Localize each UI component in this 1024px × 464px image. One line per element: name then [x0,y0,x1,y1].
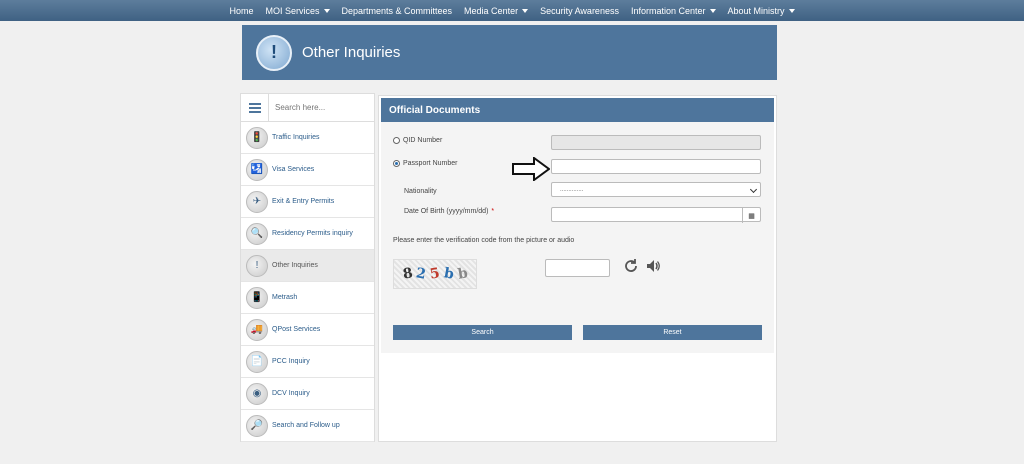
nav-item-label: About Ministry [727,5,785,16]
sidebar-item-label: Metrash [272,294,298,301]
document-icon: 📄 [246,350,268,373]
caret-down-icon [709,8,716,13]
sidebar-item-label: Traffic Inquiries [272,134,320,141]
sidebar-list: 🚦 Traffic Inquiries 🛂 Visa Services ✈ Exit & … [241,122,374,442]
sidebar-item-label: PCC Inquiry [272,358,310,365]
dob-input[interactable]: ▦ [551,207,761,223]
sidebar-item-label: Exit & Entry Permits [272,198,335,205]
nav-item-6[interactable]: About Ministry [722,6,801,16]
sidebar-item-label: DCV Inquiry [272,390,310,397]
nav-item-3[interactable]: Media Center [458,6,534,16]
page-banner: ! Other Inquiries [242,25,777,80]
sidebar-item-0[interactable]: 🚦 Traffic Inquiries [241,122,374,154]
post-icon: 🚚 [246,318,268,341]
nationality-label: Nationality [404,188,437,195]
passport-number-input[interactable] [551,159,761,174]
nav-item-label: MOI Services [265,5,320,16]
nav-item-5[interactable]: Information Center [625,6,722,16]
qid-label: QID Number [403,137,443,144]
nav-item-1[interactable]: MOI Services [259,6,335,16]
nav-item-4[interactable]: Security Awareness [534,6,625,16]
captcha-char: b [442,265,455,283]
sidebar-item-2[interactable]: ✈ Exit & Entry Permits [241,186,374,218]
captcha-image: 825bb [393,259,477,289]
sidebar-item-5[interactable]: 📱 Metrash [241,282,374,314]
nav-item-label: Media Center [464,5,519,16]
sidebar-item-label: Other Inquiries [272,262,318,269]
visa-icon: 🛂 [246,158,268,181]
sidebar-item-label: Residency Permits inquiry [272,230,353,237]
info-icon: ! [246,254,268,277]
nationality-value: .............. [560,186,584,193]
caret-down-icon [522,8,529,13]
sidebar-item-label: Visa Services [272,166,315,173]
sidebar-item-6[interactable]: 🚚 QPost Services [241,314,374,346]
sidebar-item-7[interactable]: 📄 PCC Inquiry [241,346,374,378]
qid-option[interactable]: QID Number [393,137,442,144]
arrow-right-icon [512,156,551,186]
search-button[interactable]: Search [393,325,572,340]
info-icon: ! [256,34,292,71]
captcha-input[interactable] [545,259,610,277]
sidebar-item-1[interactable]: 🛂 Visa Services [241,154,374,186]
search-follow-icon: 🔎 [246,414,268,437]
nav-item-label: Information Center [630,5,706,16]
traffic-light-icon: 🚦 [246,126,268,149]
captcha-char: 2 [415,265,428,283]
top-nav: Home MOI Services Departments & Committees… [0,0,1024,21]
nav-item-label: Departments & Committees [341,5,453,16]
form-title: Official Documents [381,98,774,122]
sidebar-search [241,93,374,122]
caret-down-icon [788,8,795,13]
passport-radio[interactable] [393,160,400,167]
captcha-char: 5 [428,265,442,283]
passport-option[interactable]: Passport Number [393,160,457,167]
sidebar-item-3[interactable]: 🔍 Residency Permits inquiry [241,218,374,250]
nationality-select[interactable]: .............. [551,182,761,197]
sidebar: 🚦 Traffic Inquiries 🛂 Visa Services ✈ Exit & … [240,93,375,442]
nav-item-2[interactable]: Departments & Committees [336,6,459,16]
refresh-icon[interactable] [623,258,639,279]
required-mark: * [491,208,495,215]
passport-label: Passport Number [403,160,458,167]
sidebar-item-9[interactable]: 🔎 Search and Follow up [241,410,374,442]
fingerprint-icon: ◉ [246,382,268,405]
sidebar-item-8[interactable]: ◉ DCV Inquiry [241,378,374,410]
sidebar-search-input[interactable] [269,103,369,112]
menu-icon[interactable] [241,93,269,122]
residency-icon: 🔍 [246,222,268,245]
phone-icon: 📱 [246,286,268,309]
page-title: Other Inquiries [302,44,401,61]
reset-button[interactable]: Reset [583,325,762,340]
audio-icon[interactable] [645,258,661,279]
dob-label: Date Of Birth (yyyy/mm/dd) * [404,208,495,215]
nav-item-0[interactable]: Home [223,6,259,16]
caret-down-icon [323,8,330,13]
calendar-icon[interactable]: ▦ [742,208,760,223]
captcha-char: 8 [401,265,414,283]
captcha-char: b [456,265,469,283]
nav-item-label: Security Awareness [540,5,619,16]
qid-field [551,135,761,150]
airplane-icon: ✈ [246,190,268,213]
sidebar-item-4[interactable]: ! Other Inquiries [241,250,374,282]
qid-radio[interactable] [393,137,400,144]
captcha-prompt: Please enter the verification code from … [393,237,575,244]
sidebar-item-label: Search and Follow up [272,422,340,429]
chevron-down-icon [749,185,758,194]
sidebar-item-label: QPost Services [272,326,321,333]
nav-item-label: Home [229,5,254,16]
